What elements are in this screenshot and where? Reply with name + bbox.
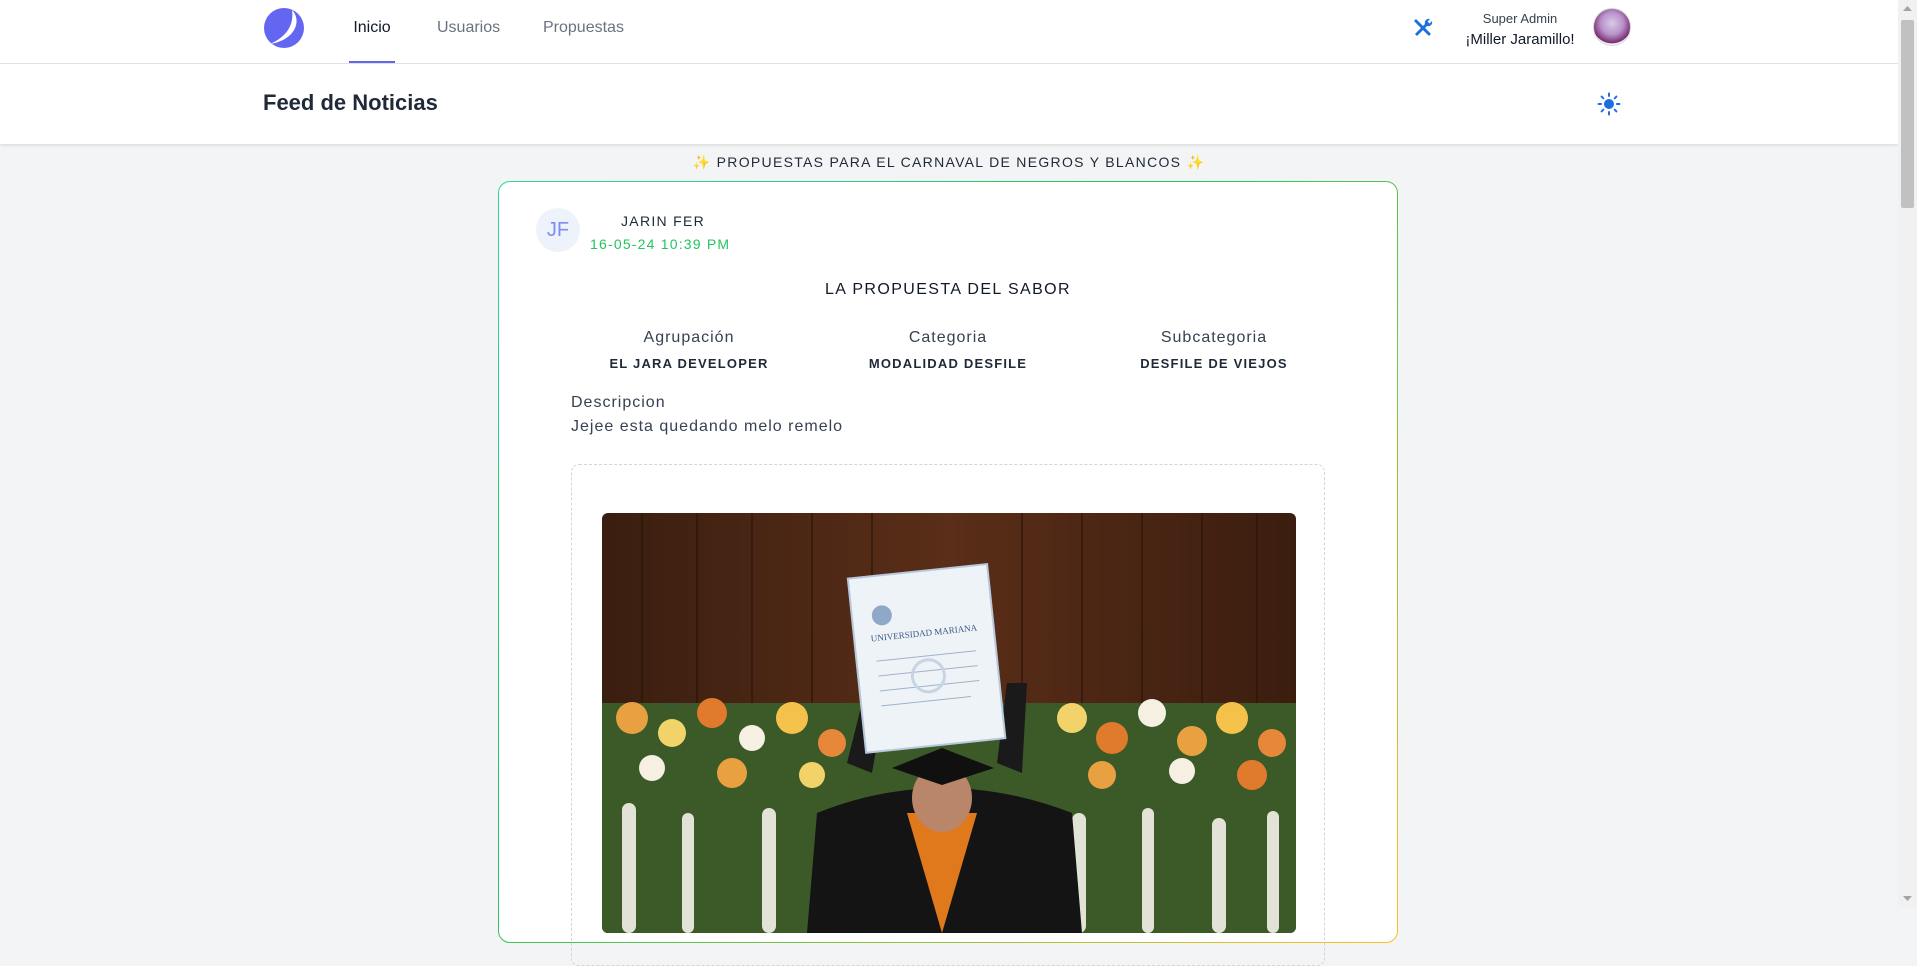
meta-subcategoria: Subcategoria DESFILE DE VIEJOS (1094, 329, 1334, 371)
vertical-scrollbar[interactable] (1898, 0, 1917, 907)
feed-banner: ✨ PROPUESTAS PARA EL CARNAVAL DE NEGROS … (692, 154, 1206, 170)
top-navbar: Inicio Usuarios Propuestas Super Admin ¡… (0, 0, 1898, 64)
description-text: Jejee esta quedando melo remelo (571, 418, 844, 435)
tools-icon[interactable] (1411, 16, 1435, 40)
meta-agrupacion: Agrupación EL JARA DEVELOPER (569, 329, 809, 371)
meta-value: DESFILE DE VIEJOS (1140, 356, 1288, 371)
post-card: JF JARIN FER 16-05-24 10:39 PM LA PROPUE… (498, 181, 1398, 966)
sun-icon[interactable] (1597, 92, 1621, 116)
graduation-photo-image: UNIVERSIDAD MARIANA (602, 513, 1296, 933)
tab-inicio[interactable]: Inicio (349, 0, 395, 63)
user-greeting: ¡Miller Jaramillo! (1465, 31, 1575, 48)
scrollbar-thumb[interactable] (1901, 20, 1914, 208)
user-avatar[interactable] (1593, 8, 1631, 46)
meta-label: Subcategoria (1160, 329, 1268, 346)
page-header: Feed de Noticias (0, 64, 1898, 144)
meta-label: Categoria (908, 329, 988, 346)
meta-value: MODALIDAD DESFILE (868, 356, 1028, 371)
author-avatar[interactable]: JF (536, 208, 580, 252)
tab-propuestas[interactable]: Propuestas (543, 0, 624, 63)
user-role: Super Admin (1482, 11, 1558, 26)
description-label: Descripcion (571, 394, 666, 411)
meta-label: Agrupación (643, 329, 735, 346)
author-name: JARIN FER (621, 213, 706, 229)
app-logo-icon[interactable] (262, 6, 306, 50)
scroll-up-arrow-icon[interactable] (1898, 0, 1917, 17)
post-date: 16-05-24 10:39 PM (590, 236, 731, 252)
meta-categoria: Categoria MODALIDAD DESFILE (828, 329, 1068, 371)
post-title: LA PROPUESTA DEL SABOR (825, 281, 1071, 298)
post-photo[interactable]: UNIVERSIDAD MARIANA (602, 513, 1296, 933)
tab-usuarios[interactable]: Usuarios (437, 0, 500, 63)
media-container: UNIVERSIDAD MARIANA (571, 464, 1325, 966)
scroll-down-arrow-icon[interactable] (1898, 890, 1917, 907)
meta-value: EL JARA DEVELOPER (609, 356, 769, 371)
page-title: Feed de Noticias (263, 90, 438, 115)
